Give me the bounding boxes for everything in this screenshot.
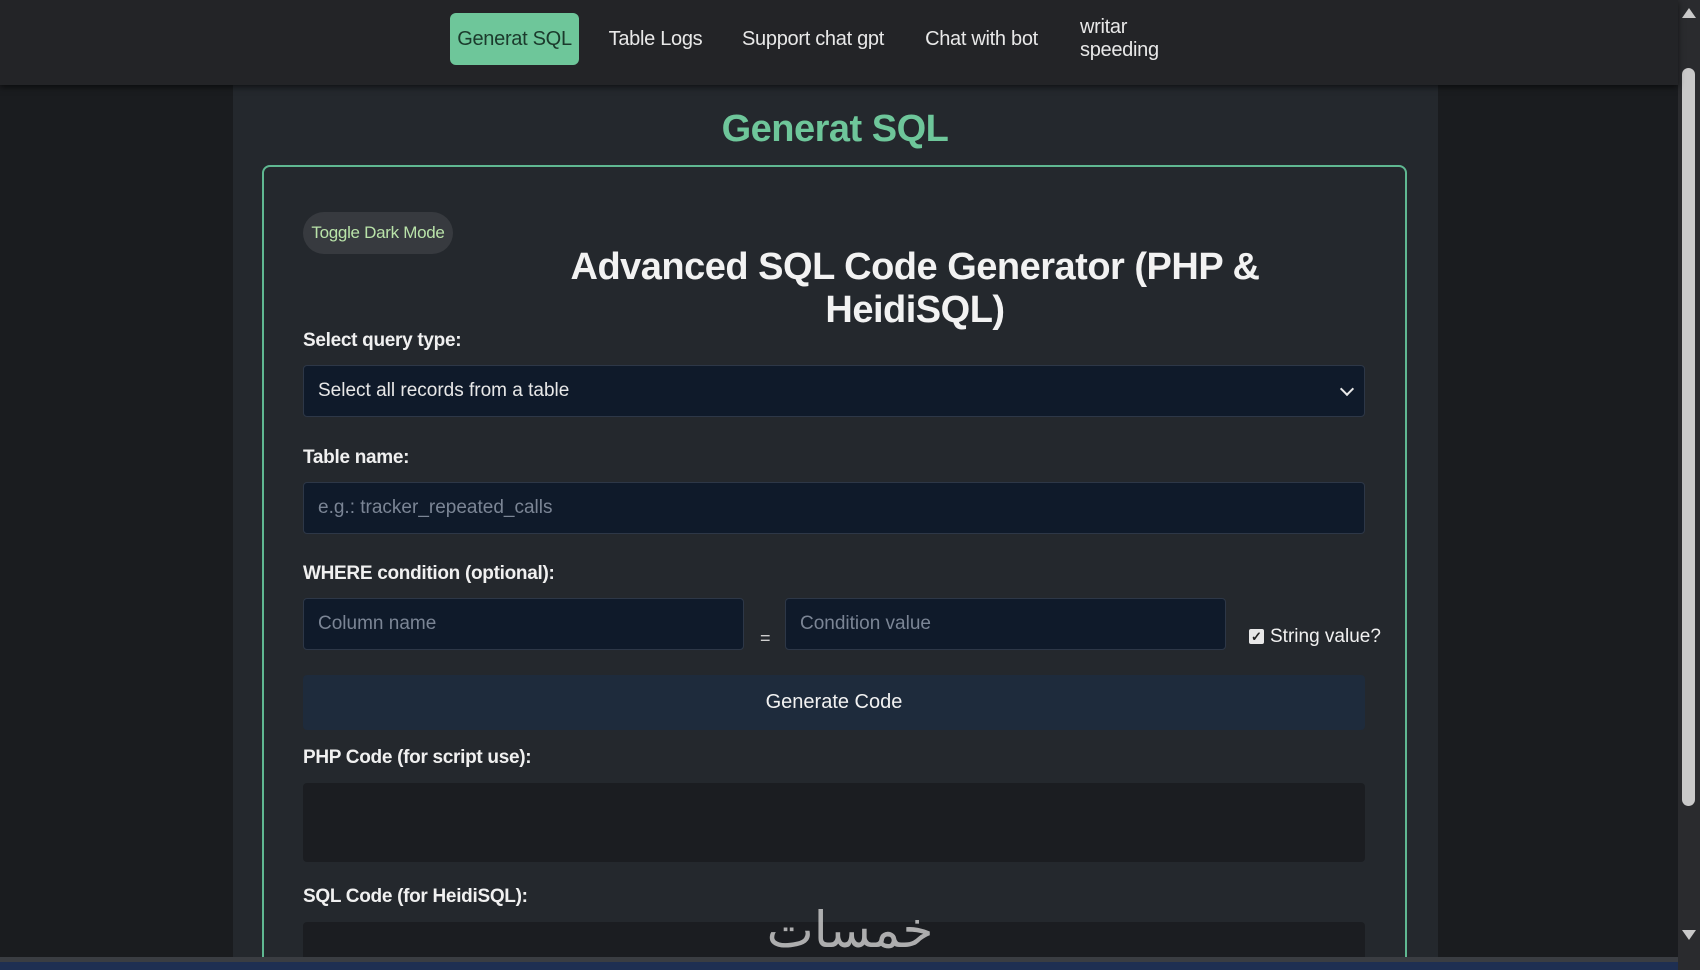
generate-code-button[interactable]: Generate Code (303, 675, 1365, 730)
table-name-label: Table name: (303, 447, 410, 468)
table-name-input[interactable]: e.g.: tracker_repeated_calls (303, 482, 1365, 534)
nav-tab-support-chat-gpt[interactable]: Support chat gpt (742, 13, 884, 65)
top-nav: Generat SQL Table Logs Support chat gpt … (0, 0, 1678, 85)
nav-tab-writar-speeding[interactable]: writar speeding (1080, 13, 1208, 65)
string-value-label: String value? (1270, 626, 1381, 647)
sql-code-label: SQL Code (for HeidiSQL): (303, 886, 528, 907)
nav-tab-generat-sql[interactable]: Generat SQL (450, 13, 579, 65)
scroll-down-arrow-icon[interactable] (1682, 930, 1696, 940)
scroll-thumb[interactable] (1682, 68, 1695, 806)
nav-tab-table-logs[interactable]: Table Logs (604, 13, 707, 65)
vertical-scrollbar[interactable] (1678, 0, 1700, 970)
bottom-strip (0, 957, 1678, 970)
php-code-label: PHP Code (for script use): (303, 747, 532, 768)
chevron-down-icon (1339, 381, 1355, 397)
equals-sign: = (760, 628, 771, 648)
card-heading: Advanced SQL Code Generator (PHP & Heidi… (570, 246, 1261, 331)
condition-value-input[interactable]: Condition value (785, 598, 1226, 650)
query-type-value: Select all records from a table (318, 380, 570, 401)
page-title: Generat SQL (721, 108, 949, 150)
query-type-select[interactable]: Select all records from a table (303, 365, 1365, 417)
scroll-up-arrow-icon[interactable] (1682, 8, 1696, 18)
string-value-checkbox[interactable]: ✓ (1249, 629, 1264, 644)
toggle-dark-mode-button[interactable]: Toggle Dark Mode (303, 212, 453, 254)
php-code-output[interactable] (303, 783, 1365, 862)
watermark-logo: خمسات (766, 901, 934, 959)
where-condition-label: WHERE condition (optional): (303, 563, 555, 584)
nav-tab-chat-with-bot[interactable]: Chat with bot (924, 13, 1039, 65)
column-name-input[interactable]: Column name (303, 598, 744, 650)
query-type-label: Select query type: (303, 330, 462, 351)
